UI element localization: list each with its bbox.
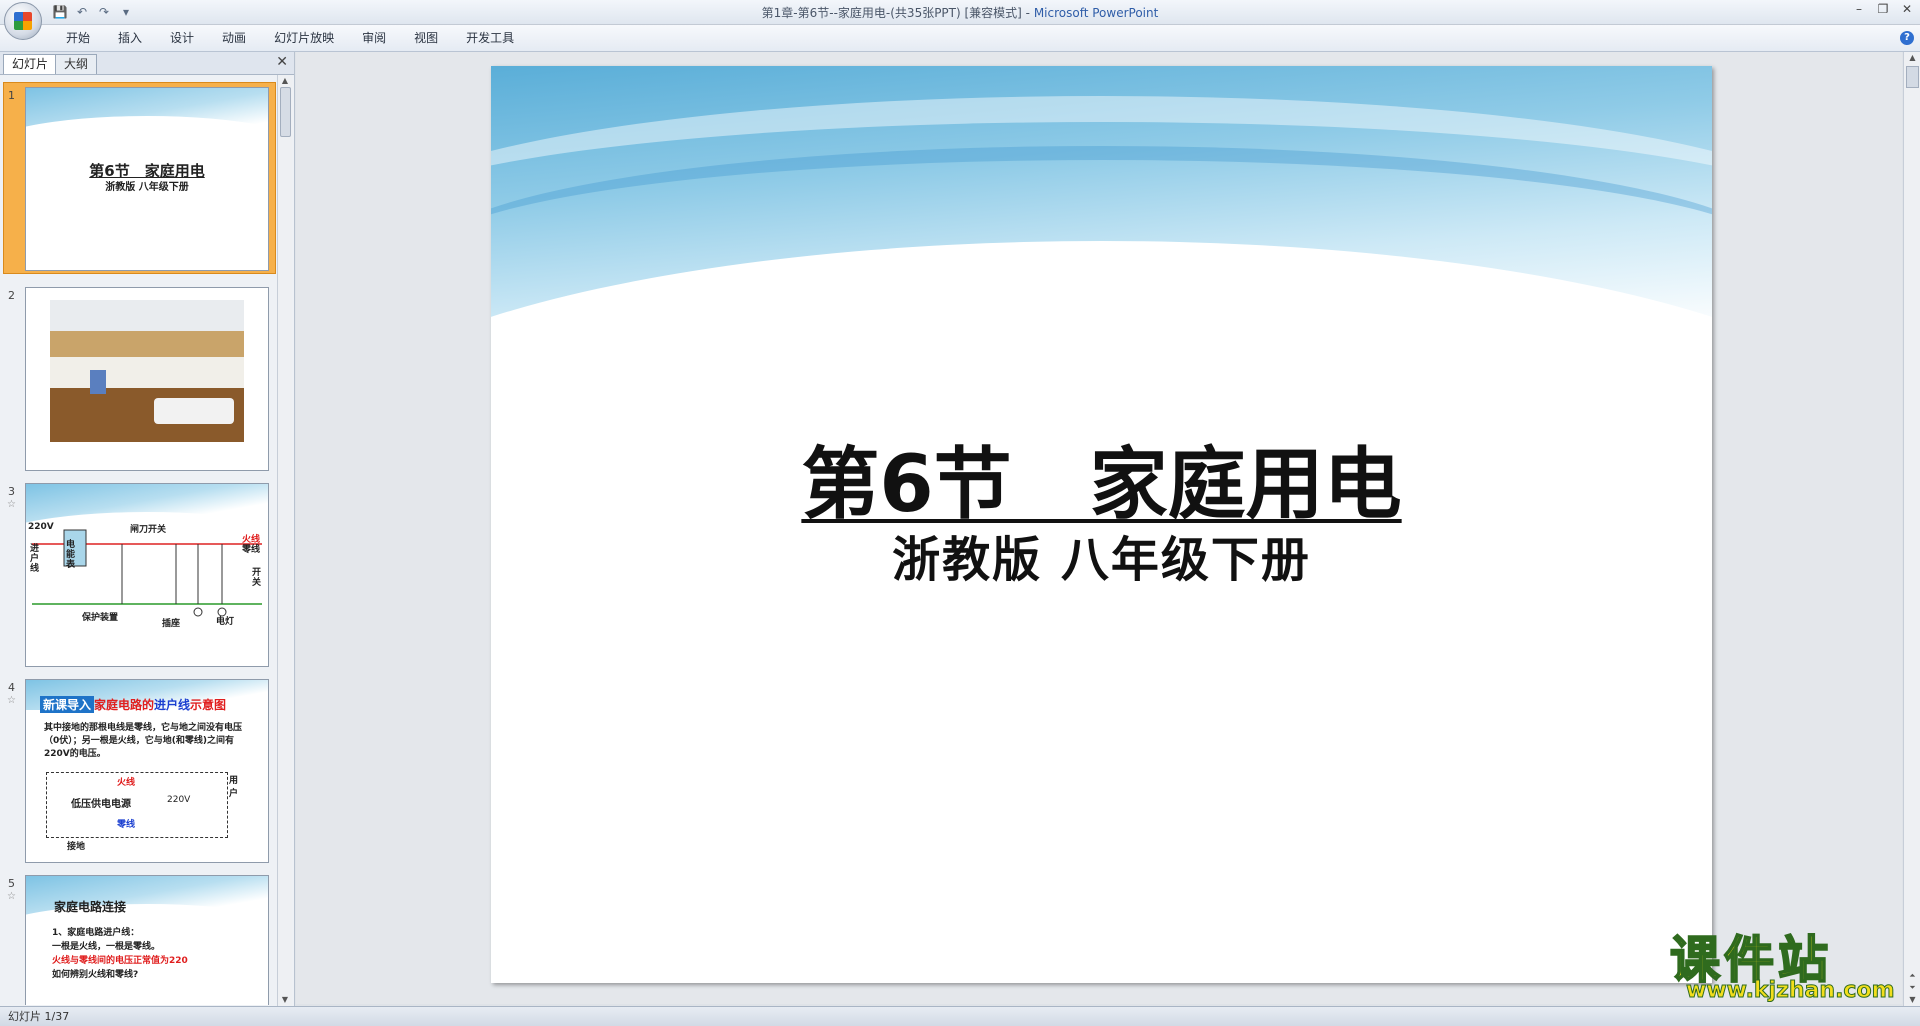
window-title-doc: 第1章-第6节--家庭用电-(共35张PPT) [兼容模式] - (761, 6, 1034, 20)
power-diagram: 火线 低压供电电源 220V 零线 用户 接地 (46, 772, 238, 852)
tab-slides[interactable]: 幻灯片 (3, 54, 58, 74)
thumbnail-list: 1 第6节 家庭用电 浙教版 八年级下册 2 3 ☆ 220V 闸刀开关 火线 … (0, 75, 276, 1005)
minimize-icon[interactable]: – (1852, 2, 1866, 16)
label-protector: 保护装置 (82, 613, 119, 623)
label-neutral-wire: 零线 (242, 545, 261, 555)
scroll-thumb[interactable] (280, 87, 291, 137)
diag-ground: 接地 (67, 842, 86, 852)
tab-animations[interactable]: 动画 (208, 25, 260, 51)
thumb-body: 1、家庭电路进户线： 一根是火线，一根是零线。 火线与零线间的电压正常值为220… (52, 926, 188, 982)
animation-star-icon: ☆ (7, 891, 16, 902)
customize-qat-icon[interactable]: ▾ (118, 4, 134, 20)
slide-title[interactable]: 第6节 家庭用电 (491, 422, 1712, 534)
save-icon[interactable]: 💾 (52, 4, 68, 20)
thumbnail-item[interactable]: 4 ☆ 新课导入 家庭电路的进户线示意图 其中接地的那根电线是零线，它与地之间没有… (0, 677, 276, 867)
window-title-app: Microsoft PowerPoint (1033, 6, 1159, 20)
office-button[interactable] (4, 2, 42, 40)
diag-neutral: 零线 (117, 820, 136, 830)
ribbon: 开始 插入 设计 动画 幻灯片放映 审阅 视图 开发工具 ? (0, 25, 1920, 52)
scroll-up-icon[interactable]: ▲ (278, 75, 292, 87)
slide-number: 4 (8, 681, 15, 694)
window-controls: – ❐ ✕ (1852, 2, 1914, 16)
thumbnail-item[interactable]: 5 ☆ 家庭电路连接 1、家庭电路进户线： 一根是火线，一根是零线。 火线与零线… (0, 873, 276, 1005)
ribbon-tabs: 开始 插入 设计 动画 幻灯片放映 审阅 视图 开发工具 (52, 25, 528, 51)
slide-thumbnail[interactable]: 220V 闸刀开关 火线 零线 进户线 电能表 保护装置 插座 电灯 开关 (25, 483, 269, 667)
watermark-logo: 课件站 www.kjzhan.com (1669, 920, 1910, 1004)
tab-developer[interactable]: 开发工具 (452, 25, 528, 51)
heading-part-b: 进户线 (154, 698, 191, 712)
slide-subtitle[interactable]: 浙教版 八年级下册 (491, 520, 1712, 590)
close-icon[interactable]: ✕ (1900, 2, 1914, 16)
diag-live: 火线 (117, 778, 136, 788)
label-socket: 插座 (162, 619, 181, 629)
tab-slideshow[interactable]: 幻灯片放映 (260, 25, 348, 51)
tv-shape (90, 370, 106, 394)
slide-number: 3 (8, 485, 15, 498)
canvas-scrollbar[interactable]: ▲ ⏶ ⏷ ▼ (1903, 52, 1920, 1006)
heading-part-a: 家庭电路的 (94, 698, 155, 712)
living-room-photo (50, 300, 244, 442)
wave-graphic (26, 484, 268, 582)
slide-counter: 幻灯片 1/37 (8, 1010, 70, 1023)
slides-pane: 幻灯片 大纲 ✕ 1 第6节 家庭用电 浙教版 八年级下册 2 3 ☆ 220V… (0, 52, 295, 1006)
slide-thumbnail[interactable]: 家庭电路连接 1、家庭电路进户线： 一根是火线，一根是零线。 火线与零线间的电压… (25, 875, 269, 1005)
redo-icon[interactable]: ↷ (96, 4, 112, 20)
slide-thumbnail[interactable] (25, 287, 269, 471)
thumbnail-item[interactable]: 2 (0, 285, 276, 475)
diag-user: 用户 (229, 776, 239, 799)
label-meter: 电能表 (66, 540, 76, 570)
thumb-heading: 新课导入 家庭电路的进户线示意图 (40, 696, 227, 713)
animation-star-icon: ☆ (7, 499, 16, 510)
slide-thumbnail[interactable]: 第6节 家庭用电 浙教版 八年级下册 (25, 87, 269, 271)
window-title: 第1章-第6节--家庭用电-(共35张PPT) [兼容模式] - Microso… (0, 4, 1920, 21)
label-switch: 开关 (252, 568, 262, 588)
help-icon[interactable]: ? (1900, 31, 1914, 45)
label-service-entrance: 进户线 (30, 544, 40, 574)
body-line: 一根是火线，一根是零线。 (52, 942, 161, 952)
pane-close-icon[interactable]: ✕ (276, 54, 288, 70)
status-bar: 幻灯片 1/37 (0, 1006, 1920, 1026)
tab-review[interactable]: 审阅 (348, 25, 400, 51)
tab-design[interactable]: 设计 (156, 25, 208, 51)
tab-insert[interactable]: 插入 (104, 25, 156, 51)
wave-graphic (26, 88, 268, 186)
slide-number: 1 (8, 89, 15, 102)
thumb-subtitle: 浙教版 八年级下册 (105, 182, 189, 193)
tab-outline[interactable]: 大纲 (55, 54, 98, 74)
tab-view[interactable]: 视图 (400, 25, 452, 51)
diag-voltage: 220V (167, 795, 191, 805)
restore-icon[interactable]: ❐ (1876, 2, 1890, 16)
office-logo-icon (14, 12, 32, 30)
slide-thumbnail[interactable]: 新课导入 家庭电路的进户线示意图 其中接地的那根电线是零线，它与地之间没有电压（0… (25, 679, 269, 863)
scroll-thumb[interactable] (1906, 66, 1919, 88)
heading-part-c: 示意图 (190, 698, 227, 712)
watermark-url: www.kjzhan.com (1686, 978, 1896, 1004)
scroll-up-icon[interactable]: ▲ (1904, 52, 1920, 64)
thumbnail-scrollbar[interactable]: ▲ ▼ (277, 75, 292, 1006)
heading-badge: 新课导入 (40, 696, 95, 713)
animation-star-icon: ☆ (7, 695, 16, 706)
body-line: 1、家庭电路进户线： (52, 928, 140, 938)
title-bar: 第1章-第6节--家庭用电-(共35张PPT) [兼容模式] - Microso… (0, 0, 1920, 25)
thumb-body: 其中接地的那根电线是零线，它与地之间没有电压（0伏）；另一根是火线，它与地(和零… (44, 723, 243, 759)
label-lamp: 电灯 (216, 617, 235, 627)
slide-number: 5 (8, 877, 15, 890)
diag-source: 低压供电电源 (71, 799, 131, 810)
scroll-down-icon[interactable]: ▼ (278, 994, 292, 1006)
sofa-shape (154, 398, 234, 424)
quick-access-toolbar: 💾 ↶ ↷ ▾ (52, 3, 134, 21)
body-line: 火线与零线间的电压正常值为220 (52, 956, 188, 966)
undo-icon[interactable]: ↶ (74, 4, 90, 20)
label-220v: 220V (28, 522, 54, 532)
thumbnail-item[interactable]: 1 第6节 家庭用电 浙教版 八年级下册 (0, 82, 276, 275)
label-knife-switch: 闸刀开关 (130, 525, 167, 535)
thumbnail-item[interactable]: 3 ☆ 220V 闸刀开关 火线 零线 进户线 电能表 保护装置 插座 电灯 开… (0, 481, 276, 671)
thumb-title: 家庭电路连接 (54, 900, 127, 914)
tab-home[interactable]: 开始 (52, 25, 104, 51)
slide-number: 2 (8, 289, 15, 302)
body-line: 如何辨别火线和零线? (52, 970, 139, 980)
current-slide[interactable]: 第6节 家庭用电 浙教版 八年级下册 (491, 66, 1712, 983)
circuit-diagram (32, 529, 262, 617)
pane-tabs: 幻灯片 大纲 ✕ (0, 52, 294, 75)
